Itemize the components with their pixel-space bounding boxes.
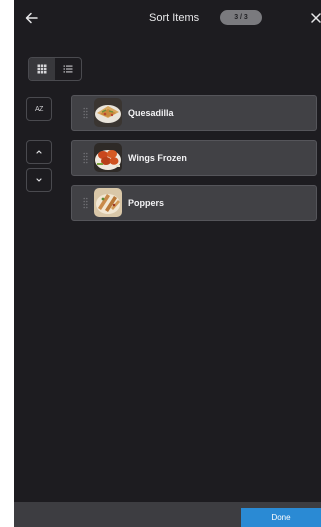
list-icon [63, 65, 73, 73]
close-icon [311, 13, 321, 23]
page-indicator-badge: 3 / 3 [220, 10, 262, 25]
list-item-quesadilla[interactable]: Quesadilla [71, 95, 317, 131]
chevron-down-icon [36, 178, 42, 182]
header: Sort Items 3 / 3 [14, 0, 321, 36]
drag-handle-icon[interactable] [83, 152, 88, 164]
move-down-button[interactable] [26, 168, 52, 192]
sort-items-screen: Sort Items 3 / 3 AZ Quesadilla Wings Fro… [14, 0, 321, 527]
list-item-wings-frozen[interactable]: Wings Frozen [71, 140, 317, 176]
chevron-up-icon [36, 150, 42, 154]
page-title: Sort Items [149, 12, 200, 24]
list-item-poppers[interactable]: Poppers [71, 185, 317, 221]
arrow-left-icon [25, 12, 38, 24]
list-view-button[interactable] [55, 58, 81, 80]
wings-image [94, 143, 122, 172]
move-up-button[interactable] [26, 140, 52, 164]
done-button[interactable]: Done [241, 508, 321, 527]
sortable-item-list: Quesadilla Wings Frozen Poppers [71, 95, 317, 230]
sort-alphabetical-button[interactable]: AZ [26, 97, 52, 121]
quesadilla-image [94, 98, 122, 127]
view-toggle [28, 57, 82, 81]
poppers-image [94, 188, 122, 217]
item-label: Quesadilla [128, 108, 174, 118]
grid-icon [37, 64, 47, 74]
item-label: Wings Frozen [128, 153, 187, 163]
sort-az-icon: AZ [35, 105, 43, 113]
grid-view-button[interactable] [29, 58, 55, 80]
back-button[interactable] [22, 8, 42, 28]
drag-handle-icon[interactable] [83, 197, 88, 209]
item-label: Poppers [128, 198, 165, 208]
close-button[interactable] [307, 8, 321, 28]
drag-handle-icon[interactable] [83, 107, 88, 119]
